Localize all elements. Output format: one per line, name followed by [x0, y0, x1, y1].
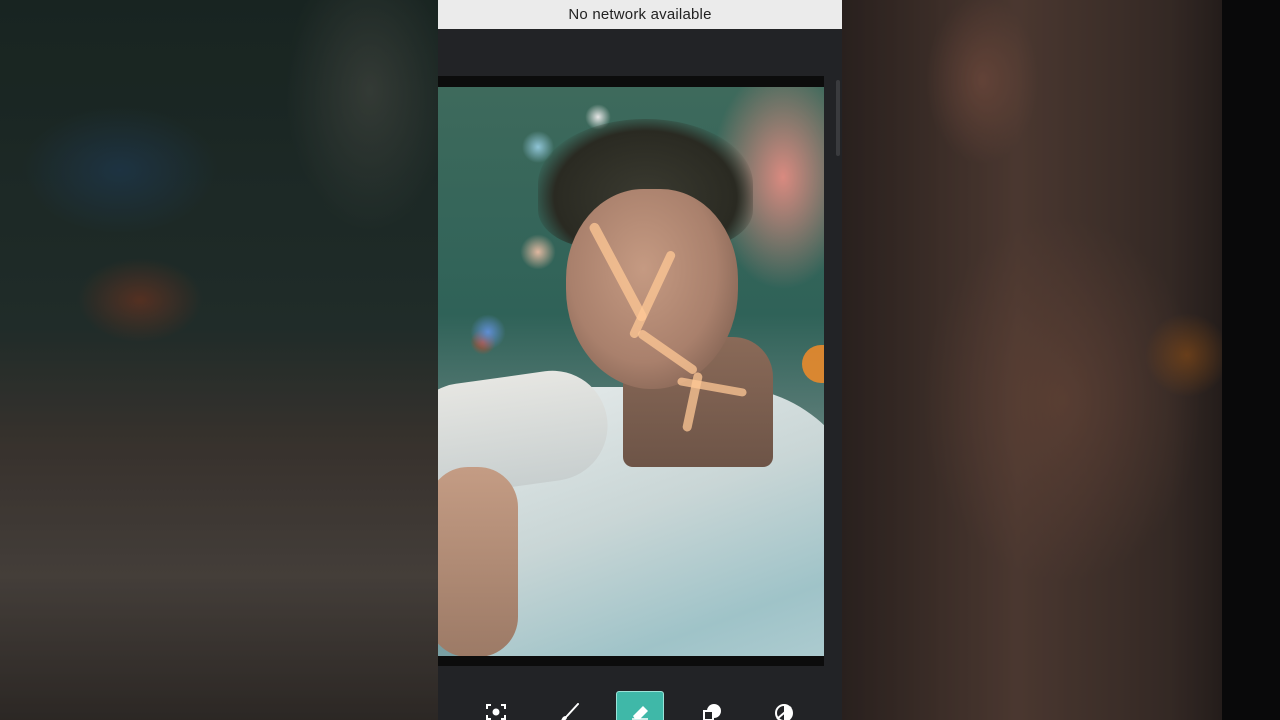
invert-tool-button[interactable]	[762, 693, 806, 720]
eraser-icon	[632, 706, 648, 720]
blurred-backdrop-left	[0, 0, 438, 720]
canvas-scrollbar[interactable]	[836, 80, 840, 156]
bottom-toolbar	[438, 687, 842, 720]
editor-canvas[interactable]	[438, 76, 824, 666]
focus-icon	[486, 704, 506, 720]
brush-icon	[561, 703, 579, 720]
shapes-icon	[703, 704, 721, 720]
edited-photo[interactable]	[438, 87, 824, 656]
brush-tool-button[interactable]	[548, 693, 592, 720]
invert-icon	[775, 704, 793, 720]
network-status-text: No network available	[568, 6, 712, 23]
eraser-tool-button[interactable]	[616, 691, 664, 720]
network-status-banner: No network available	[438, 0, 842, 29]
top-bar	[438, 29, 842, 76]
shapes-tool-button[interactable]	[690, 693, 734, 720]
focus-tool-button[interactable]	[474, 693, 518, 720]
app-screen: No network available	[438, 0, 842, 720]
blurred-backdrop-right	[842, 0, 1280, 720]
